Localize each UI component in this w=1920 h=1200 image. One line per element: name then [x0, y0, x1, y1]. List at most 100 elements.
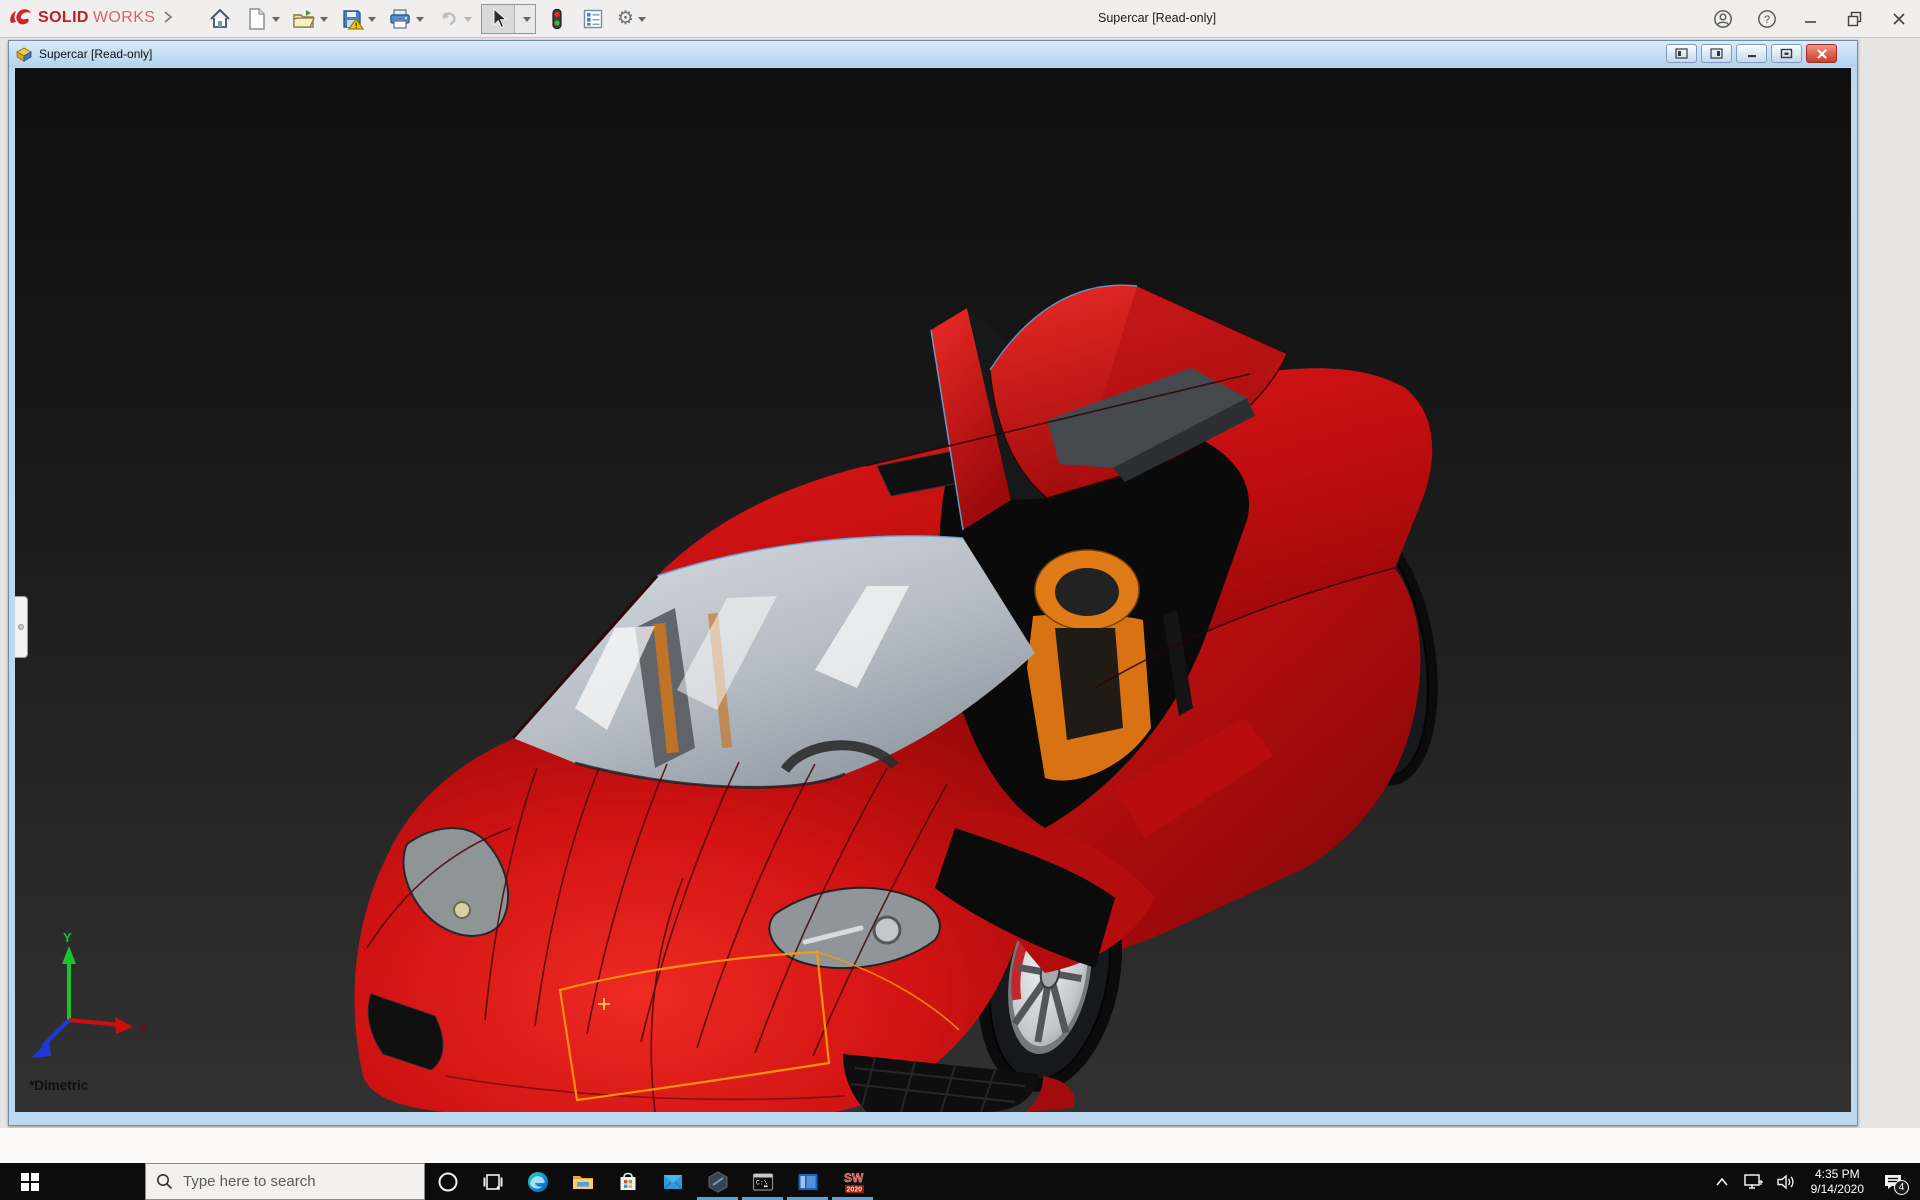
- restore-button[interactable]: [1840, 5, 1870, 33]
- taskbar-item-file-explorer[interactable]: [560, 1163, 605, 1200]
- taskbar-item-command-prompt[interactable]: C:\: [740, 1163, 785, 1200]
- save-dropdown[interactable]: [368, 16, 376, 22]
- taskbar-item-app-window[interactable]: [785, 1163, 830, 1200]
- select-cursor-icon: [493, 7, 508, 29]
- store-icon: [620, 1172, 635, 1190]
- new-document-dropdown[interactable]: [272, 16, 280, 22]
- network-icon: [1743, 1173, 1763, 1189]
- taskbar-item-store[interactable]: [605, 1163, 650, 1200]
- edge-icon: [527, 1171, 548, 1192]
- home-button[interactable]: [205, 5, 235, 33]
- options-button[interactable]: ⚙: [614, 5, 649, 33]
- tray-date: 9/14/2020: [1810, 1181, 1864, 1196]
- app-window-controls: ?: [1708, 0, 1914, 38]
- document-restore-icon: [1780, 48, 1793, 59]
- taskbar-gap: [60, 1163, 145, 1200]
- document-window: Supercar [Read-only] Y X *Dimetric: [8, 40, 1858, 1126]
- graphics-viewport[interactable]: Y X *Dimetric: [15, 68, 1851, 1112]
- minimize-icon: [1805, 21, 1816, 23]
- options-dropdown[interactable]: [638, 16, 647, 22]
- search-icon: [157, 1174, 173, 1190]
- solidworks-logo-icon: [10, 9, 31, 25]
- view-orientation-label: *Dimetric: [29, 1078, 89, 1093]
- pane-split-right-icon: [1710, 48, 1723, 59]
- part-document-icon: [16, 47, 32, 62]
- taskbar-item-cortana[interactable]: [425, 1163, 470, 1200]
- taskbar-item-task-view[interactable]: [470, 1163, 515, 1200]
- tray-network-button[interactable]: [1741, 1163, 1767, 1200]
- mail-icon: [663, 1174, 682, 1189]
- help-icon: ?: [1758, 10, 1776, 28]
- taskbar: C:\ SW 2020: [0, 1163, 1920, 1200]
- taskbar-item-solidworks-2020[interactable]: SW 2020: [830, 1163, 875, 1200]
- solidworks-2020-icon: SW 2020: [843, 1170, 864, 1193]
- file-explorer-icon: [572, 1175, 593, 1189]
- undo-button[interactable]: [433, 5, 475, 33]
- command-prompt-icon: C:\: [752, 1172, 773, 1191]
- rebuild-button[interactable]: [542, 5, 572, 33]
- car-model[interactable]: [354, 284, 1456, 1112]
- triad-y-label: Y: [63, 930, 72, 945]
- document-titlebar[interactable]: Supercar [Read-only]: [9, 41, 1857, 67]
- taskbar-item-mail[interactable]: [650, 1163, 695, 1200]
- help-button[interactable]: ?: [1752, 5, 1782, 33]
- solidworks-logo: SOLID WORKS: [8, 7, 155, 29]
- taskbar-item-edge[interactable]: [515, 1163, 560, 1200]
- file-properties-icon: [583, 9, 603, 29]
- collapse-tab-dot-icon: [18, 624, 24, 630]
- sw-badge-letters: SW: [844, 1171, 864, 1185]
- print-dropdown[interactable]: [416, 16, 424, 22]
- action-center-button[interactable]: 4: [1876, 1163, 1910, 1200]
- document-close-icon: [1816, 48, 1827, 59]
- account-button[interactable]: [1708, 5, 1738, 33]
- search-input[interactable]: [183, 1173, 383, 1190]
- app-titlebar: SOLID WORKS ⚙ Supercar [Read-only] ?: [0, 0, 1920, 38]
- sw-badge-year: 2020: [846, 1186, 862, 1193]
- pane-split-left-button[interactable]: [1666, 44, 1697, 63]
- print-icon: [390, 9, 410, 29]
- menu-flyout-arrow-icon[interactable]: [163, 10, 173, 24]
- pane-split-right-button[interactable]: [1701, 44, 1732, 63]
- file-properties-button[interactable]: [578, 5, 608, 33]
- document-restore-button[interactable]: [1771, 44, 1802, 63]
- svg-text:?: ?: [1764, 14, 1770, 26]
- gear-icon: ⚙: [617, 8, 635, 29]
- open-button[interactable]: [289, 5, 331, 33]
- taskbar-search[interactable]: [145, 1163, 425, 1200]
- app-window-icon: [798, 1173, 817, 1190]
- restore-icon: [1847, 11, 1862, 27]
- new-document-button[interactable]: [241, 5, 283, 33]
- start-button[interactable]: [0, 1163, 60, 1200]
- tray-volume-button[interactable]: [1773, 1163, 1799, 1200]
- tray-clock[interactable]: 4:35 PM 9/14/2020: [1805, 1167, 1870, 1197]
- taskbar-item-hexagon-app[interactable]: [695, 1163, 740, 1200]
- cortana-icon: [438, 1172, 457, 1191]
- document-title: Supercar [Read-only]: [39, 47, 153, 61]
- document-close-button[interactable]: [1806, 44, 1837, 63]
- undo-dropdown[interactable]: [464, 16, 472, 22]
- select-tool-dropdown[interactable]: [514, 5, 535, 33]
- tray-chevron-button[interactable]: [1709, 1163, 1735, 1200]
- brand-solid: SOLID: [38, 9, 89, 26]
- save-button[interactable]: [337, 5, 379, 33]
- save-icon: [343, 10, 364, 30]
- windows-start-icon: [21, 1172, 39, 1191]
- hexagon-app-icon: [708, 1170, 727, 1193]
- select-tool-button[interactable]: [481, 4, 536, 34]
- quick-access-toolbar: ⚙: [205, 4, 655, 34]
- account-icon: [1714, 10, 1732, 28]
- triad-x-label: X: [139, 1021, 147, 1035]
- minimize-button[interactable]: [1796, 5, 1826, 33]
- feature-tree-collapse-tab[interactable]: [15, 596, 28, 658]
- traffic-light-icon: [552, 8, 562, 30]
- close-icon: [1893, 13, 1905, 25]
- document-minimize-button[interactable]: [1736, 44, 1767, 63]
- close-button[interactable]: [1884, 5, 1914, 33]
- undo-icon: [441, 12, 456, 26]
- document-window-controls: [1666, 44, 1837, 63]
- print-button[interactable]: [385, 5, 427, 33]
- cmd-glyph: C:\: [756, 1179, 768, 1186]
- home-icon: [210, 8, 230, 28]
- open-dropdown[interactable]: [320, 16, 328, 22]
- viewport-canvas[interactable]: Y X *Dimetric: [15, 68, 1851, 1112]
